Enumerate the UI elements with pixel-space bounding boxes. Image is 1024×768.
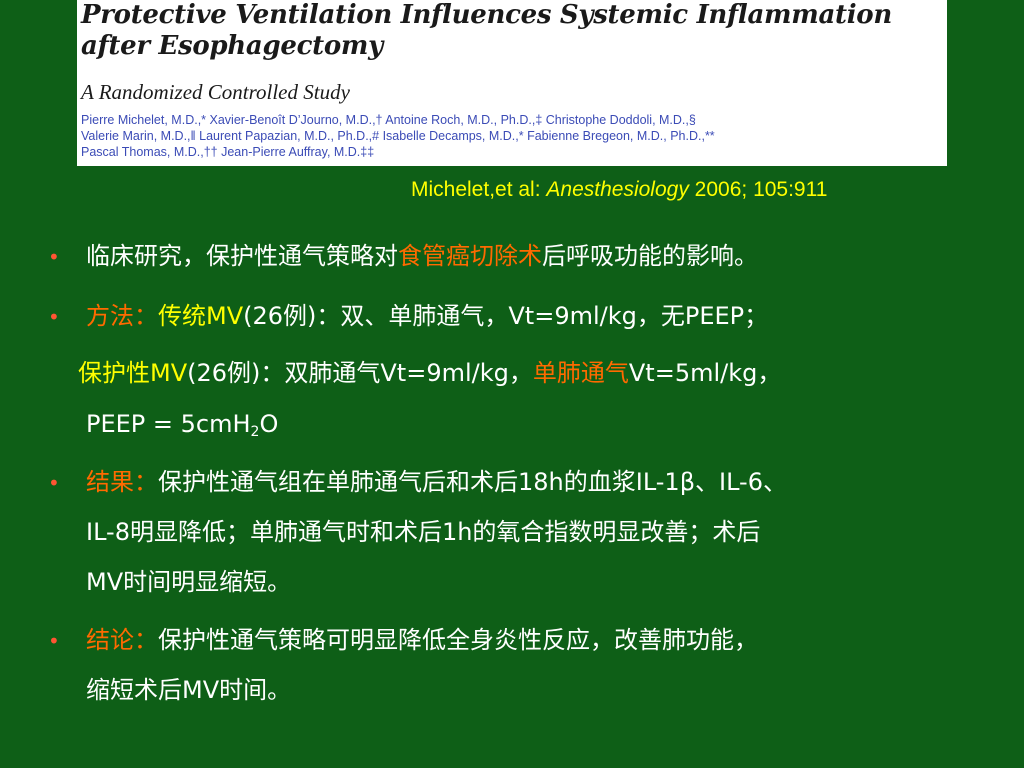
results-label: 结果： xyxy=(86,468,158,496)
methods-group2-text-end: Vt=5ml/kg， xyxy=(628,359,782,387)
paper-title: Protective Ventilation Influences System… xyxy=(81,0,892,61)
paper-header-image: Protective Ventilation Influences System… xyxy=(77,0,947,166)
conclusion-line-2: 缩短术后MV时间。 xyxy=(86,670,291,710)
bullet-intro: • 临床研究，保护性通气策略对食管癌切除术后呼吸功能的影响。 xyxy=(48,236,758,276)
paper-authors: Pierre Michelet, M.D.,* Xavier-Benoît D’… xyxy=(81,112,947,160)
bullet-methods: • 方法：传统MV(26例)：双、单肺通气，Vt=9ml/kg，无PEEP； xyxy=(48,296,768,336)
methods-label: 方法： xyxy=(86,302,158,330)
authors-line: Pierre Michelet, M.D.,* Xavier-Benoît D’… xyxy=(81,113,696,127)
bullet-icon: • xyxy=(48,305,60,329)
authors-line: Pascal Thomas, M.D.,†† Jean-Pierre Auffr… xyxy=(81,145,375,159)
results-line-3: MV时间明显缩短。 xyxy=(86,562,291,602)
intro-highlight: 食管癌切除术 xyxy=(398,242,542,270)
methods-group2-label: 保护性MV xyxy=(78,359,188,387)
results-line3: MV时间明显缩短。 xyxy=(86,568,292,596)
authors-line: Valerie Marin, M.D.,‖ Laurent Papazian, … xyxy=(81,129,715,143)
intro-text: 临床研究，保护性通气策略对 xyxy=(86,242,398,270)
conclusion-line1: 保护性通气策略可明显降低全身炎性反应，改善肺功能， xyxy=(158,626,758,654)
methods-peep: PEEP = 5cmH2O xyxy=(86,404,278,444)
citation-ref: 2006; 105:911 xyxy=(688,178,828,201)
results-line-2: IL-8明显降低；单肺通气时和术后1h的氧合指数明显改善；术后 xyxy=(86,512,760,552)
methods-group2-highlight: 单肺通气 xyxy=(532,359,629,387)
peep-prefix: PEEP = 5cmH xyxy=(86,410,251,438)
conclusion-line2: 缩短术后MV时间。 xyxy=(86,676,292,704)
results-line2: IL-8明显降低；单肺通气时和术后1h的氧合指数明显改善；术后 xyxy=(86,518,761,546)
citation-journal: Anesthesiology xyxy=(546,178,689,201)
bullet-icon: • xyxy=(48,629,60,653)
paper-subtitle: A Randomized Controlled Study xyxy=(81,80,350,104)
results-line1: 保护性通气组在单肺通气后和术后18h的血浆IL-1β、IL-6、 xyxy=(158,468,787,496)
methods-group2-text: (26例)：双肺通气Vt=9ml/kg， xyxy=(187,359,533,387)
peep-suffix: O xyxy=(259,410,279,438)
citation: Michelet,et al: Anesthesiology 2006; 105… xyxy=(411,178,827,202)
bullet-results: • 结果：保护性通气组在单肺通气后和术后18h的血浆IL-1β、IL-6、 xyxy=(48,462,787,502)
bullet-conclusion: • 结论：保护性通气策略可明显降低全身炎性反应，改善肺功能， xyxy=(48,620,758,660)
bullet-icon: • xyxy=(48,471,60,495)
methods-group1-label: 传统MV xyxy=(158,302,244,330)
methods-group2: 保护性MV(26例)：双肺通气Vt=9ml/kg，单肺通气Vt=5ml/kg， xyxy=(78,353,781,393)
conclusion-label: 结论： xyxy=(86,626,158,654)
intro-text-end: 后呼吸功能的影响。 xyxy=(542,242,758,270)
methods-group1-text: (26例)：双、单肺通气，Vt=9ml/kg，无PEEP； xyxy=(243,302,769,330)
bullet-icon: • xyxy=(48,245,60,269)
citation-authors: Michelet,et al: xyxy=(411,178,547,201)
